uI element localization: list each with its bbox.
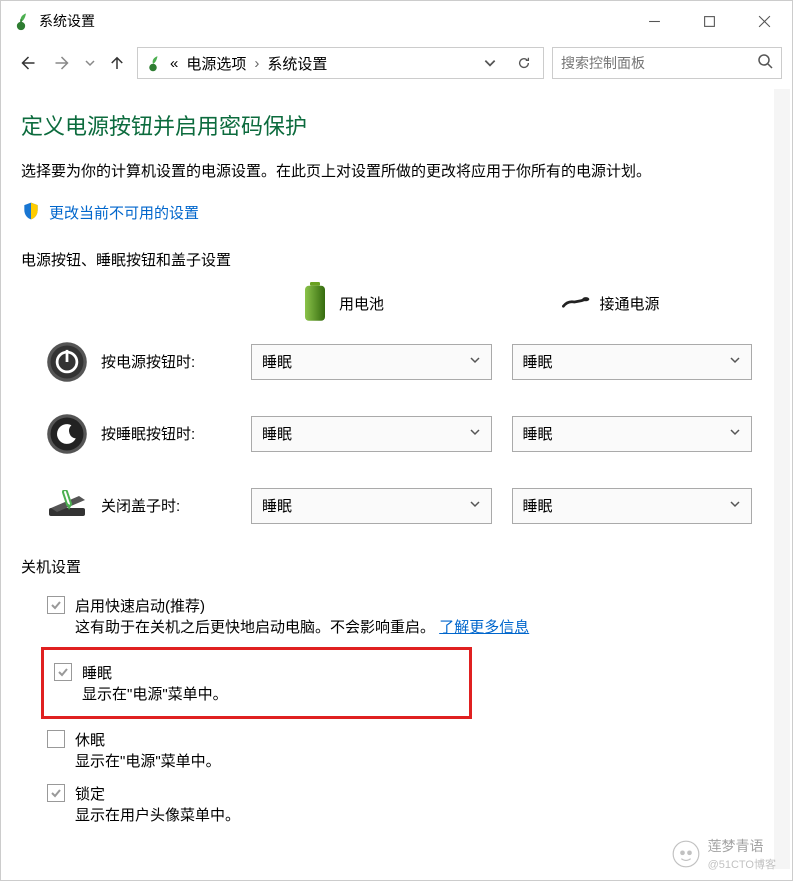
sleep-button-row: 按睡眠按钮时: 睡眠 睡眠 <box>21 412 772 456</box>
search-icon[interactable] <box>757 53 773 73</box>
sleep-button-plugged-select[interactable]: 睡眠 <box>512 416 753 452</box>
plug-icon <box>562 282 590 326</box>
breadcrumb-system-settings[interactable]: 系统设置 <box>267 53 327 74</box>
power-button-row: 按电源按钮时: 睡眠 睡眠 <box>21 340 772 384</box>
sleep-label: 睡眠 <box>82 662 112 683</box>
back-button[interactable] <box>11 47 43 79</box>
watermark-icon <box>672 840 700 868</box>
close-button[interactable] <box>737 1 792 41</box>
select-value: 睡眠 <box>523 423 553 444</box>
page-heading: 定义电源按钮并启用密码保护 <box>21 109 772 141</box>
sleep-row: 睡眠 显示在"电源"菜单中。 <box>54 656 465 710</box>
power-button-battery-select[interactable]: 睡眠 <box>251 344 492 380</box>
refresh-button[interactable] <box>511 49 537 77</box>
window: 系统设置 « 电源选项 › 系统设置 <box>0 0 793 881</box>
select-value: 睡眠 <box>523 351 553 372</box>
change-unavailable-settings-label: 更改当前不可用的设置 <box>49 202 199 223</box>
page-description: 选择要为你的计算机设置的电源设置。在此页上对设置所做的更改将应用于你所有的电源计… <box>21 159 772 185</box>
change-unavailable-settings-link[interactable]: 更改当前不可用的设置 <box>21 201 199 225</box>
forward-button[interactable] <box>47 47 79 79</box>
chevron-down-icon <box>729 353 741 370</box>
select-value: 睡眠 <box>523 495 553 516</box>
power-header: 用电池 接通电源 <box>21 282 772 326</box>
lock-checkbox[interactable] <box>47 784 65 802</box>
close-lid-row: 关闭盖子时: 睡眠 睡眠 <box>21 484 772 528</box>
content-area: 定义电源按钮并启用密码保护 选择要为你的计算机设置的电源设置。在此页上对设置所做… <box>1 85 792 874</box>
close-lid-plugged-select[interactable]: 睡眠 <box>512 488 753 524</box>
battery-label: 用电池 <box>339 293 384 314</box>
up-button[interactable] <box>101 47 133 79</box>
window-controls <box>627 1 792 41</box>
breadcrumb-power-options[interactable]: 电源选项 <box>186 53 246 74</box>
sleep-checkbox[interactable] <box>54 663 72 681</box>
history-dropdown[interactable] <box>83 58 97 68</box>
address-icon <box>144 54 162 72</box>
maximize-button[interactable] <box>682 1 737 41</box>
sleep-button-battery-select[interactable]: 睡眠 <box>251 416 492 452</box>
section-shutdown-label: 关机设置 <box>21 556 772 577</box>
watermark-name: 莲梦青语 <box>708 838 764 854</box>
select-value: 睡眠 <box>262 495 292 516</box>
battery-icon <box>301 282 329 326</box>
fast-startup-sub-text: 这有助于在关机之后更快地启动电脑。不会影响重启。 <box>75 619 435 636</box>
fast-startup-row: 启用快速启动(推荐) 这有助于在关机之后更快地启动电脑。不会影响重启。 了解更多… <box>47 589 772 643</box>
titlebar: 系统设置 <box>1 1 792 41</box>
sleep-sub: 显示在"电源"菜单中。 <box>82 683 465 704</box>
power-button-label: 按电源按钮时: <box>101 351 195 372</box>
close-lid-battery-select[interactable]: 睡眠 <box>251 488 492 524</box>
address-dropdown[interactable] <box>477 49 503 77</box>
sleep-button-icon <box>45 412 89 456</box>
sleep-button-label: 按睡眠按钮时: <box>101 423 195 444</box>
chevron-down-icon <box>469 425 481 442</box>
fast-startup-label: 启用快速启动(推荐) <box>75 595 205 616</box>
fast-startup-sub: 这有助于在关机之后更快地启动电脑。不会影响重启。 了解更多信息 <box>75 616 772 637</box>
address-bar[interactable]: « 电源选项 › 系统设置 <box>137 47 544 79</box>
minimize-button[interactable] <box>627 1 682 41</box>
hibernate-row: 休眠 显示在"电源"菜单中。 <box>47 723 772 777</box>
hibernate-label: 休眠 <box>75 729 105 750</box>
power-button-icon <box>45 340 89 384</box>
battery-column-header: 用电池 <box>251 282 512 326</box>
lock-row: 锁定 显示在用户头像菜单中。 <box>47 777 772 831</box>
hibernate-checkbox[interactable] <box>47 730 65 748</box>
chevron-down-icon <box>729 497 741 514</box>
fast-startup-checkbox[interactable] <box>47 596 65 614</box>
window-title: 系统设置 <box>39 11 95 31</box>
chevron-down-icon <box>469 353 481 370</box>
watermark-sub: @51CTO博客 <box>708 856 776 872</box>
plugged-label: 接通电源 <box>600 293 660 314</box>
select-value: 睡眠 <box>262 351 292 372</box>
shield-icon <box>21 201 41 225</box>
chevron-down-icon <box>729 425 741 442</box>
lock-label: 锁定 <box>75 783 105 804</box>
hibernate-sub: 显示在"电源"菜单中。 <box>75 750 772 771</box>
close-lid-label: 关闭盖子时: <box>101 495 180 516</box>
search-box[interactable] <box>552 47 782 79</box>
watermark: 莲梦青语 @51CTO博客 <box>672 836 776 872</box>
learn-more-link[interactable]: 了解更多信息 <box>439 619 529 636</box>
app-icon <box>11 11 31 31</box>
plugged-column-header: 接通电源 <box>512 282 773 326</box>
nav-row: « 电源选项 › 系统设置 <box>1 41 792 85</box>
section-buttons-label: 电源按钮、睡眠按钮和盖子设置 <box>21 249 772 270</box>
sleep-highlight: 睡眠 显示在"电源"菜单中。 <box>41 647 472 719</box>
search-input[interactable] <box>561 55 757 71</box>
chevron-down-icon <box>469 497 481 514</box>
shutdown-settings: 启用快速启动(推荐) 这有助于在关机之后更快地启动电脑。不会影响重启。 了解更多… <box>21 589 772 831</box>
chevron-right-icon: › <box>254 55 259 72</box>
close-lid-icon <box>45 484 89 528</box>
power-button-plugged-select[interactable]: 睡眠 <box>512 344 753 380</box>
breadcrumb-root[interactable]: « <box>170 55 178 72</box>
lock-sub: 显示在用户头像菜单中。 <box>75 804 772 825</box>
select-value: 睡眠 <box>262 423 292 444</box>
